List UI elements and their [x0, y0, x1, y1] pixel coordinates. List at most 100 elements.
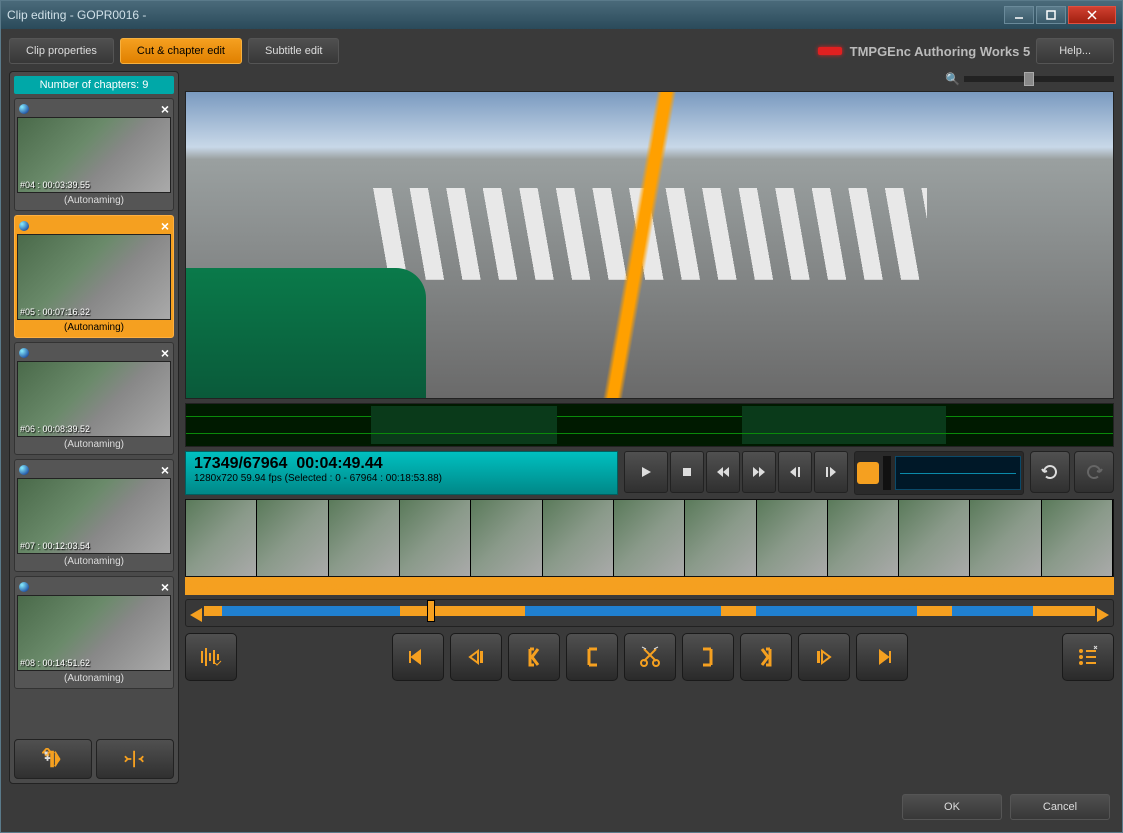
content: Clip properties Cut & chapter edit Subti… [1, 29, 1122, 832]
chapter-item[interactable]: × #06 : 00:08:39.52 (Autonaming) [14, 342, 174, 455]
ok-button[interactable]: OK [902, 794, 1002, 820]
tab-clip-properties[interactable]: Clip properties [9, 38, 114, 64]
editor-panel: 🔍 17349/67964 00:04:49.44 1280x720 59.94… [185, 71, 1114, 784]
rewind-button[interactable] [706, 451, 740, 493]
chapter-timecode: #06 : 00:08:39.52 [20, 424, 90, 434]
maximize-button[interactable] [1036, 6, 1066, 24]
filmstrip-frame[interactable]: 00:04:48.57 [400, 500, 471, 576]
add-chapter-button[interactable] [14, 739, 92, 779]
delete-chapter-icon[interactable]: × [161, 345, 169, 361]
cancel-button[interactable]: Cancel [1010, 794, 1110, 820]
timeline-segment [756, 606, 916, 616]
redo-button[interactable] [1074, 451, 1114, 493]
next-frame-button[interactable] [798, 633, 850, 681]
chapter-thumbnail[interactable]: #08 : 00:14:51.62 [17, 595, 171, 671]
play-button[interactable] [624, 451, 668, 493]
chapter-thumbnail[interactable]: #06 : 00:08:39.52 [17, 361, 171, 437]
audio-waveform[interactable] [185, 403, 1114, 447]
delete-chapter-icon[interactable]: × [161, 462, 169, 478]
chapter-thumbnail[interactable]: #07 : 00:12:03.54 [17, 478, 171, 554]
chapter-thumbnail[interactable]: #04 : 00:03:39.55 [17, 117, 171, 193]
titlebar[interactable]: Clip editing - GOPR0016 - [1, 1, 1122, 29]
timeline-segment [952, 606, 1032, 616]
next-cut-button[interactable] [856, 633, 908, 681]
fastforward-button[interactable] [742, 451, 776, 493]
chapter-count: Number of chapters: 9 [14, 76, 174, 94]
set-out-button[interactable] [740, 633, 792, 681]
chapter-label: (Autonaming) [17, 320, 171, 335]
playhead-marker[interactable] [427, 600, 435, 622]
chapter-badge-icon [19, 104, 29, 114]
split-chapter-button[interactable] [96, 739, 174, 779]
audio-sync-button[interactable] [185, 633, 237, 681]
chapter-list-button[interactable] [1062, 633, 1114, 681]
filmstrip-frame[interactable]: 47.82 [186, 500, 257, 576]
timeline-scrubber[interactable] [185, 599, 1114, 627]
frame-timecode: 00:04:50.07 [830, 582, 878, 592]
chapter-label: (Autonaming) [17, 671, 171, 686]
video-preview[interactable] [185, 91, 1114, 399]
filmstrip[interactable]: 47.8200:04:48.0700:04:48.2800:04:48.5700… [185, 499, 1114, 577]
zoom-slider[interactable] [964, 76, 1114, 82]
filmstrip-frame[interactable]: 00:04:50.57 [970, 500, 1041, 576]
timeline-segment [525, 606, 721, 616]
filmstrip-frame[interactable]: 00:04:49.28 [614, 500, 685, 576]
delete-chapter-icon[interactable]: × [161, 579, 169, 595]
brand: TMPGEnc Authoring Works 5 [818, 44, 1031, 59]
chapter-timecode: #05 : 00:07:16.32 [20, 307, 90, 317]
zoom-control: 🔍 [185, 71, 1114, 87]
mark-out-button[interactable] [682, 633, 734, 681]
prev-frame-button[interactable] [450, 633, 502, 681]
step-forward-button[interactable] [814, 451, 848, 493]
recording-light-icon [818, 47, 842, 55]
step-back-button[interactable] [778, 451, 812, 493]
tab-subtitle[interactable]: Subtitle edit [248, 38, 339, 64]
chapter-badge-icon [19, 465, 29, 475]
chapter-item[interactable]: × #08 : 00:14:51.62 (Autonaming) [14, 576, 174, 689]
footer: OK Cancel [9, 790, 1114, 824]
zoom-icon: 🔍 [945, 72, 960, 86]
filmstrip-frame[interactable]: 00:04:50.29 [899, 500, 970, 576]
chapter-thumbnail[interactable]: #05 : 00:07:16.32 [17, 234, 171, 320]
chapter-timecode: #08 : 00:14:51.62 [20, 658, 90, 668]
filmstrip-frame[interactable]: 00:04:50. [1042, 500, 1113, 576]
close-button[interactable] [1068, 6, 1116, 24]
timecode-panel: 17349/67964 00:04:49.44 1280x720 59.94 f… [185, 451, 618, 495]
chapter-timecode: #07 : 00:12:03.54 [20, 541, 90, 551]
filmstrip-frame[interactable]: 00:04:48.82 [471, 500, 542, 576]
clip-detail: 1280x720 59.94 fps (Selected : 0 - 67964… [194, 473, 609, 484]
volume-meter[interactable] [883, 456, 891, 490]
chapter-item[interactable]: × #04 : 00:03:39.55 (Autonaming) [14, 98, 174, 211]
mark-in-button[interactable] [566, 633, 618, 681]
delete-chapter-icon[interactable]: × [161, 101, 169, 117]
frame-timecode: 00:04:48.07 [259, 582, 307, 592]
chapter-label: (Autonaming) [17, 437, 171, 452]
prev-cut-button[interactable] [392, 633, 444, 681]
filmstrip-frame[interactable]: 00:04:49.07 [543, 500, 614, 576]
filmstrip-frame[interactable]: 00:04:49.82 [757, 500, 828, 576]
frame-timecode: 00:04:50.29 [901, 582, 949, 592]
tab-cut-chapter[interactable]: Cut & chapter edit [120, 38, 242, 64]
stop-button[interactable] [670, 451, 704, 493]
chapter-item[interactable]: × #05 : 00:07:16.32 (Autonaming) [14, 215, 174, 338]
filmstrip-frame[interactable]: 00:04:50.07 [828, 500, 899, 576]
chapter-item[interactable]: × #07 : 00:12:03.54 (Autonaming) [14, 459, 174, 572]
filmstrip-frame[interactable]: 00:04:48.07 [257, 500, 328, 576]
set-in-button[interactable] [508, 633, 560, 681]
help-button[interactable]: Help... [1036, 38, 1114, 64]
filmstrip-frame[interactable]: 00:04:49.74 [685, 500, 756, 576]
frame-timecode: 00:04:48.28 [331, 582, 379, 592]
range-start-handle[interactable] [190, 608, 202, 622]
chapter-list[interactable]: × #04 : 00:03:39.55 (Autonaming)× #05 : … [14, 98, 174, 735]
range-end-handle[interactable] [1097, 608, 1109, 622]
frame-timecode: 00:04:49.28 [616, 582, 664, 592]
speaker-icon[interactable] [857, 462, 879, 484]
filmstrip-frame[interactable]: 00:04:48.28 [329, 500, 400, 576]
chapter-timecode: #04 : 00:03:39.55 [20, 180, 90, 190]
cut-button[interactable] [624, 633, 676, 681]
frame-timecode: 00:04:49.07 [545, 582, 593, 592]
undo-button[interactable] [1030, 451, 1070, 493]
audio-scope [895, 456, 1021, 490]
delete-chapter-icon[interactable]: × [161, 218, 169, 234]
minimize-button[interactable] [1004, 6, 1034, 24]
